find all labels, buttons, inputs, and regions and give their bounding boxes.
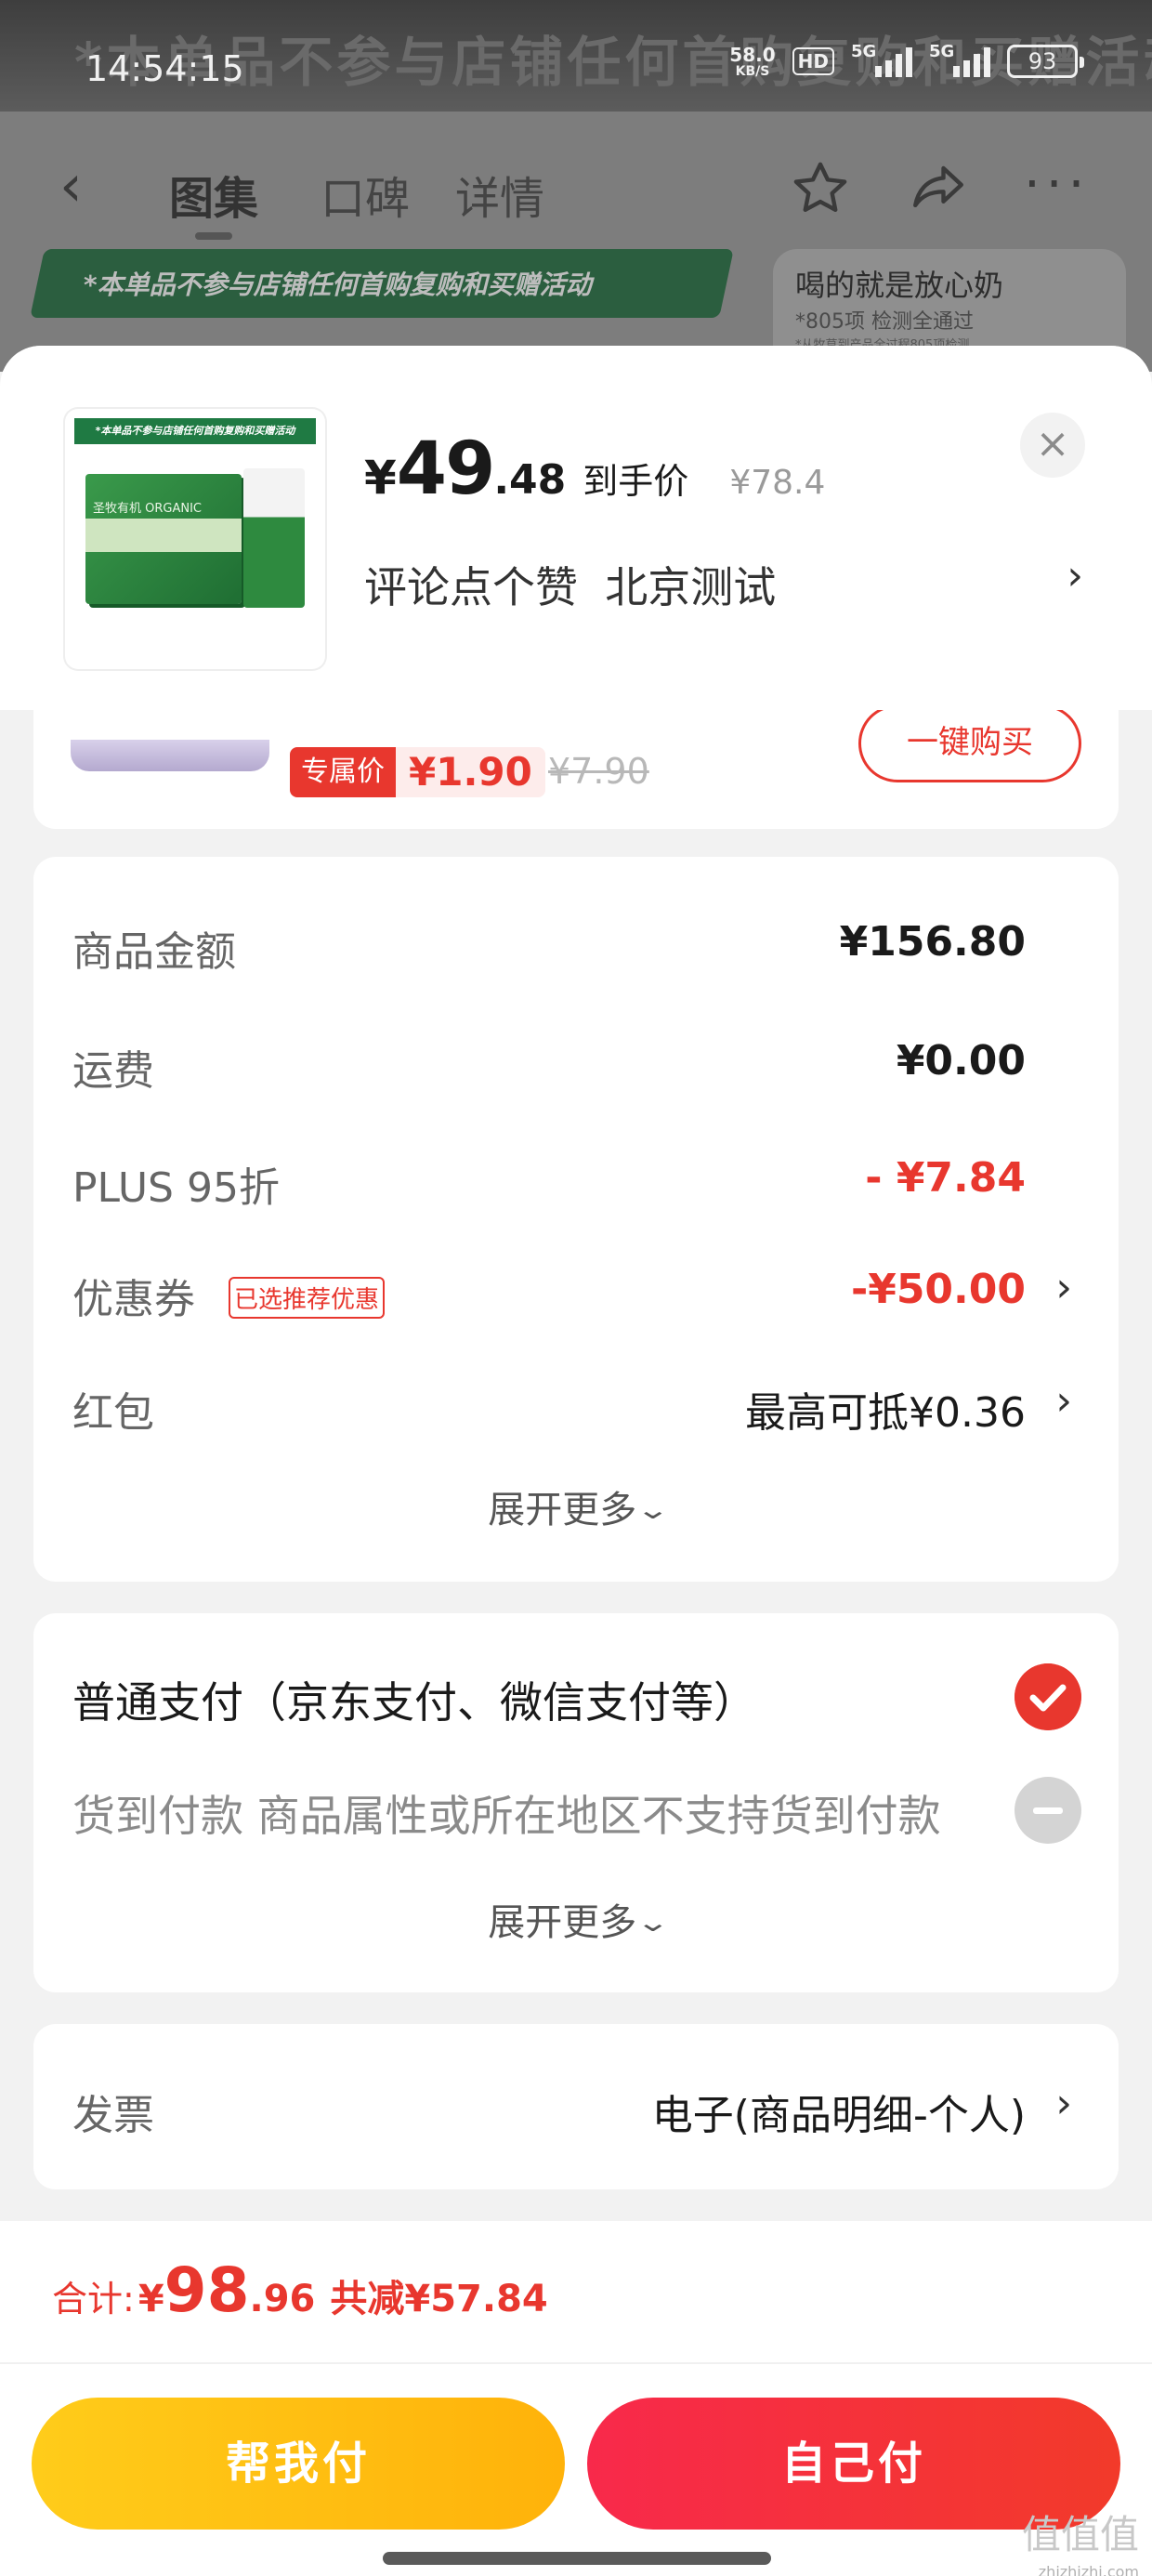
more-icon[interactable]: ··· [1024, 154, 1090, 215]
chevron-right-icon: › [1055, 1264, 1072, 1311]
amount-breakdown-card: 商品金额 ¥156.80 运费 ¥0.00 PLUS 95折 - ¥7.84 优… [33, 857, 1119, 1582]
background-page-overlay: *本单品不参与店铺任何首购复购和买赠活动 14:54:15 58.0 KB/S … [0, 0, 1152, 372]
chevron-down-icon: ⌄ [635, 1907, 671, 1938]
address-row[interactable]: 评论点个赞 北京测试 › [364, 546, 1089, 612]
coupon-value: -¥50.00 [850, 1266, 1026, 1313]
battery-icon: 93 [1007, 45, 1084, 78]
check-circle-icon[interactable] [1015, 1663, 1081, 1730]
chevron-right-icon: › [1067, 552, 1083, 599]
product-thumbnail: *本单品不参与店铺任何首购复购和买赠活动 圣牧有机 ORGANIC [65, 409, 325, 669]
payment-option-normal[interactable]: 普通支付（京东支付、微信支付等） [72, 1669, 756, 1730]
row-invoice: 发票 电子(商品明细-个人) › [72, 2072, 1072, 2139]
payment-method-card: 普通支付（京东支付、微信支付等） 货到付款 商品属性或所在地区不支持货到付款 展… [33, 1613, 1119, 1992]
tab-gallery[interactable]: 图集 [169, 162, 258, 240]
network-speed-value: 58.0 [729, 44, 776, 66]
background-milk-subtitle: *805项 检测全通过 [795, 310, 974, 334]
red-packet-value: 最高可抵¥0.36 [745, 1389, 1026, 1437]
price-decimal: .48 [493, 456, 567, 504]
sim2-network-label: 5G [929, 42, 955, 61]
checkout-footer: 合计: ¥ 98 .96 共减¥57.84 帮我付 自己付 值值值 zhizhi… [0, 2221, 1152, 2576]
coupon-label: 优惠券 [72, 1276, 195, 1323]
background-promo-text: *本单品不参与店铺任何首购复购和买赠活动 [84, 269, 592, 300]
invoice-label: 发票 [72, 2092, 154, 2139]
sim1-network-label: 5G [851, 42, 877, 61]
watermark-logo: 值值值 zhizhizhi.com [1022, 2516, 1139, 2576]
watermark-domain: zhizhizhi.com [1038, 2563, 1139, 2576]
network-speed-unit: KB/S [735, 64, 770, 79]
divider [0, 2362, 1152, 2364]
payment-option-cod: 货到付款 商品属性或所在地区不支持货到付款 [72, 1791, 941, 1841]
red-packet-label: 红包 [72, 1389, 154, 1437]
expand-more-amounts[interactable]: 展开更多⌄ [33, 1479, 1119, 1533]
sheet-header: *本单品不参与店铺任何首购复购和买赠活动 圣牧有机 ORGANIC ¥ 49 .… [0, 346, 1152, 710]
checkout-sheet: *本单品不参与店铺任何首购复购和买赠活动 圣牧有机 ORGANIC ¥ 49 .… [0, 346, 1152, 2576]
share-icon[interactable] [906, 158, 971, 219]
star-icon[interactable] [788, 158, 853, 219]
milk-box-label: 圣牧有机 ORGANIC [93, 502, 203, 516]
exclusive-price-tag: 专属价 ¥1.90 [290, 747, 545, 797]
invoice-card[interactable]: 发票 电子(商品明细-个人) › [33, 2024, 1119, 2189]
row-red-packet[interactable]: 红包 最高可抵¥0.36 › [72, 1370, 1072, 1437]
product-nav-bar: ‹ 图集 口碑 详情 ··· [0, 149, 1152, 240]
goods-amount-label: 商品金额 [72, 928, 236, 976]
row-plus-discount: PLUS 95折 - ¥7.84 [72, 1145, 1072, 1212]
total-decimal: .96 [249, 2278, 316, 2320]
disabled-circle-icon [1015, 1777, 1081, 1844]
background-milk-title: 喝的就是放心奶 [795, 268, 1004, 303]
price-currency: ¥ [364, 451, 397, 505]
chevron-down-icon: ⌄ [635, 1494, 671, 1525]
total-savings: 共减¥57.84 [330, 2278, 548, 2320]
expand-more-label: 展开更多 [488, 1489, 637, 1531]
signal-icon: 5G [929, 42, 990, 77]
plus-discount-value: - ¥7.84 [865, 1154, 1026, 1202]
expand-more-payment[interactable]: 展开更多⌄ [33, 1892, 1119, 1946]
status-time: 14:54:15 [85, 48, 244, 89]
status-indicators: 58.0 KB/S HD 5G 5G 93 [729, 42, 1084, 78]
watermark-text: 值值值 [1021, 2512, 1139, 2557]
hd-icon: HD [792, 47, 834, 75]
network-speed: 58.0 KB/S [729, 45, 775, 78]
chevron-right-icon: › [1055, 1377, 1072, 1425]
one-click-buy-button[interactable]: 一键购买 [858, 704, 1081, 782]
pay-myself-button[interactable]: 自己付 [587, 2398, 1120, 2530]
invoice-value: 电子(商品明细-个人) [651, 2092, 1026, 2139]
home-indicator[interactable] [383, 2552, 771, 2565]
shipping-value: ¥0.00 [896, 1037, 1026, 1084]
total-integer: 98 [164, 2254, 250, 2326]
order-total: 合计: ¥ 98 .96 共减¥57.84 [52, 2254, 548, 2326]
exclusive-price-label: 专属价 [290, 747, 396, 797]
price-label: 到手价 [583, 461, 689, 502]
goods-amount-value: ¥156.80 [839, 918, 1026, 966]
original-price: ¥78.4 [729, 464, 826, 502]
plus-discount-label: PLUS 95折 [72, 1164, 280, 1212]
row-shipping: 运费 ¥0.00 [72, 1028, 1072, 1095]
milk-carton-image [243, 468, 305, 608]
tab-details[interactable]: 详情 [455, 162, 544, 227]
total-currency: ¥ [137, 2278, 164, 2320]
signal-icon: 5G [851, 42, 912, 77]
milk-box-band [85, 519, 242, 552]
exclusive-price-value: ¥1.90 [396, 747, 545, 797]
total-label: 合计: [52, 2279, 135, 2320]
upsell-original-price: ¥7.90 [548, 751, 649, 792]
row-goods-amount: 商品金额 ¥156.80 [72, 909, 1072, 976]
row-coupon[interactable]: 优惠券 已选推荐优惠 -¥50.00 › [72, 1256, 1072, 1323]
expand-more-label: 展开更多 [488, 1901, 637, 1944]
back-arrow-icon[interactable]: ‹ [59, 157, 83, 215]
address-text: 评论点个赞 北京测试 [364, 562, 777, 612]
upsell-product-image [71, 740, 269, 771]
shipping-label: 运费 [72, 1047, 154, 1095]
thumbnail-banner: *本单品不参与店铺任何首购复购和买赠活动 [74, 418, 316, 444]
chevron-right-icon: › [1055, 2080, 1072, 2127]
recommended-coupon-badge: 已选推荐优惠 [229, 1277, 386, 1319]
tab-reviews[interactable]: 口碑 [321, 162, 410, 227]
final-price: ¥ 49 .48 到手价 ¥78.4 [364, 427, 825, 511]
price-integer: 49 [396, 427, 496, 511]
close-icon[interactable]: × [1020, 413, 1085, 478]
help-me-pay-button[interactable]: 帮我付 [32, 2398, 565, 2530]
